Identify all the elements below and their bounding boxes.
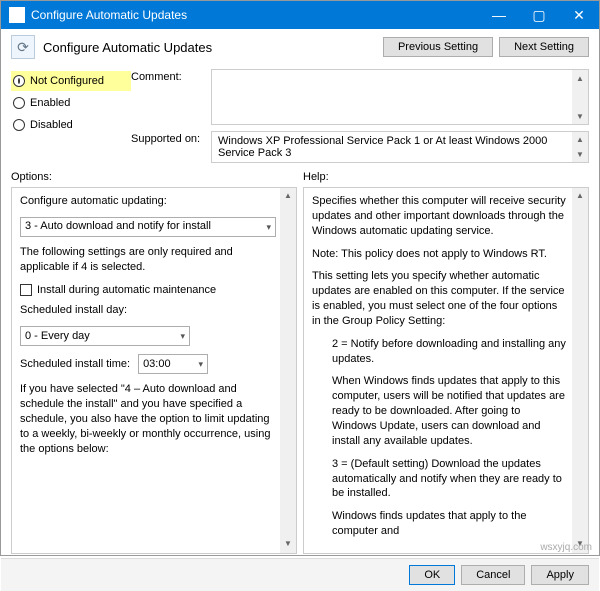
next-setting-button[interactable]: Next Setting	[499, 37, 589, 57]
scroll-up-icon[interactable]: ▲	[572, 188, 588, 204]
radio-dot-icon	[13, 119, 25, 131]
radio-dot-icon	[13, 97, 25, 109]
maximize-button[interactable]: ▢	[519, 1, 559, 29]
chevron-down-icon: ▾	[199, 358, 204, 370]
chevron-down-icon: ▾	[180, 330, 185, 342]
checkbox-box-icon	[20, 284, 32, 296]
help-text: 2 = Notify before downloading and instal…	[312, 337, 568, 367]
scroll-track[interactable]	[572, 86, 588, 108]
radio-dot-icon	[13, 75, 25, 87]
scrollbar[interactable]: ▲ ▼	[572, 132, 588, 162]
dialog-footer: OK Cancel Apply	[1, 558, 599, 591]
configure-updating-label: Configure automatic updating:	[20, 194, 276, 209]
select-value: 0 - Every day	[25, 329, 90, 344]
checkbox-label: Install during automatic maintenance	[37, 283, 216, 298]
help-text: When Windows finds updates that apply to…	[312, 374, 568, 448]
configure-updating-select[interactable]: 3 - Auto download and notify for install…	[20, 217, 276, 237]
titlebar[interactable]: Configure Automatic Updates — ▢ ✕	[1, 1, 599, 29]
supported-on-value: Windows XP Professional Service Pack 1 o…	[218, 135, 547, 159]
scheduled-time-select[interactable]: 03:00 ▾	[138, 354, 208, 374]
options-pane: Configure automatic updating: 3 - Auto d…	[11, 187, 297, 554]
select-value: 03:00	[143, 357, 171, 372]
help-text: Windows finds updates that apply to the …	[312, 509, 568, 539]
minimize-button[interactable]: —	[479, 1, 519, 29]
window-icon	[9, 7, 25, 23]
scheduled-day-label: Scheduled install day:	[20, 303, 276, 318]
help-text: 3 = (Default setting) Download the updat…	[312, 457, 568, 502]
help-text: Specifies whether this computer will rec…	[312, 194, 568, 239]
scrollbar[interactable]: ▲ ▼	[280, 188, 296, 553]
scroll-track[interactable]	[572, 204, 588, 537]
scroll-track[interactable]	[280, 204, 296, 537]
install-during-maintenance-checkbox[interactable]: Install during automatic maintenance	[20, 283, 276, 298]
supported-on-box: Windows XP Professional Service Pack 1 o…	[211, 131, 589, 163]
help-text: Note: This policy does not apply to Wind…	[312, 247, 568, 262]
radio-disabled[interactable]: Disabled	[11, 115, 131, 135]
chevron-down-icon: ▾	[266, 221, 271, 233]
radio-label: Not Configured	[30, 75, 104, 87]
radio-not-configured[interactable]: Not Configured	[11, 71, 131, 91]
scrollbar[interactable]: ▲ ▼	[572, 188, 588, 553]
scheduled-time-label: Scheduled install time:	[20, 357, 130, 372]
scroll-up-icon[interactable]: ▲	[572, 132, 588, 147]
scrollbar[interactable]: ▲ ▼	[572, 70, 588, 124]
select-value: 3 - Auto download and notify for install	[25, 219, 211, 234]
window-title: Configure Automatic Updates	[31, 8, 479, 22]
scroll-up-icon[interactable]: ▲	[572, 70, 588, 86]
help-text: This setting lets you specify whether au…	[312, 269, 568, 328]
options-tail-text: If you have selected "4 – Auto download …	[20, 382, 276, 456]
previous-setting-button[interactable]: Previous Setting	[383, 37, 493, 57]
scroll-down-icon[interactable]: ▼	[572, 108, 588, 124]
header: Configure Automatic Updates Previous Set…	[1, 29, 599, 65]
options-label: Options:	[11, 171, 297, 183]
radio-label: Enabled	[30, 97, 70, 109]
options-note: The following settings are only required…	[20, 245, 276, 275]
scroll-down-icon[interactable]: ▼	[572, 147, 588, 162]
policy-title: Configure Automatic Updates	[43, 40, 377, 55]
cancel-button[interactable]: Cancel	[461, 565, 525, 585]
close-button[interactable]: ✕	[559, 1, 599, 29]
radio-enabled[interactable]: Enabled	[11, 93, 131, 113]
scheduled-day-select[interactable]: 0 - Every day ▾	[20, 326, 190, 346]
apply-button[interactable]: Apply	[531, 565, 589, 585]
ok-button[interactable]: OK	[409, 565, 455, 585]
comment-label: Comment:	[131, 69, 211, 83]
scroll-up-icon[interactable]: ▲	[280, 188, 296, 204]
comment-textarea[interactable]: ▲ ▼	[211, 69, 589, 125]
policy-icon	[11, 35, 35, 59]
radio-label: Disabled	[30, 119, 73, 131]
supported-on-label: Supported on:	[131, 131, 211, 145]
watermark: wsxyjq.com	[540, 542, 592, 553]
scroll-down-icon[interactable]: ▼	[280, 537, 296, 553]
help-label: Help:	[303, 171, 589, 183]
help-pane: Specifies whether this computer will rec…	[303, 187, 589, 554]
